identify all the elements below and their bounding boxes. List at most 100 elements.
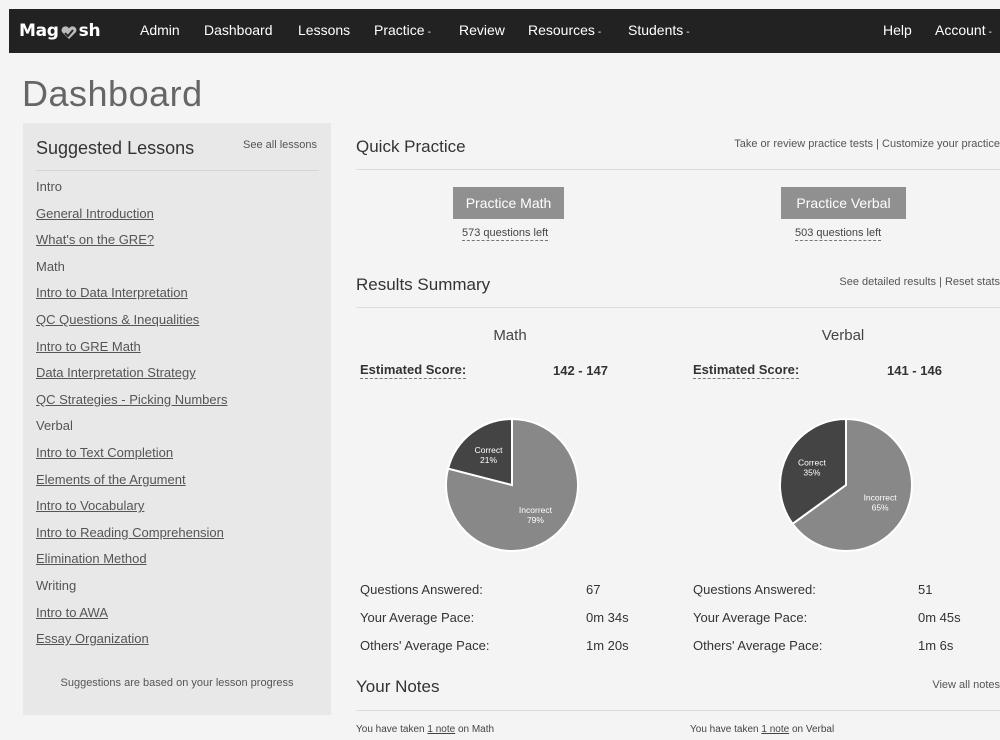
lesson-link[interactable]: QC Questions & Inequalities [36, 312, 199, 327]
divider [356, 307, 1000, 308]
lesson-section-heading: Intro [36, 179, 63, 194]
divider [36, 170, 319, 171]
math-incorrect-label: Incorrect [519, 505, 553, 515]
lesson-list-item: Intro to Text Completion [36, 444, 227, 471]
verbal-questions-answered-value: 51 [918, 582, 933, 597]
see-all-lessons-link[interactable]: See all lessons [243, 139, 317, 151]
math-notes-summary: You have taken 1 note on Math [356, 724, 494, 735]
lesson-list-item: Intro to Vocabulary [36, 497, 227, 524]
lesson-list-item: Elimination Method [36, 550, 227, 577]
lesson-section-heading: Writing [36, 577, 77, 593]
lesson-list: Intro General Introduction What's on the G… [36, 178, 227, 657]
math-notes-prefix: You have taken [356, 724, 428, 735]
lesson-link[interactable]: General Introduction [36, 206, 154, 221]
suggestions-note: Suggestions are based on your lesson pro… [60, 677, 294, 689]
chevron-down-icon: - [988, 27, 992, 38]
logo[interactable]: Mag sh [19, 21, 101, 41]
nav-students-label: Students [628, 22, 684, 38]
quick-practice-title: Quick Practice [356, 137, 466, 156]
math-correct-percent: 21% [480, 455, 497, 465]
verbal-others-pace-value: 1m 6s [918, 638, 954, 653]
nav-account[interactable]: Account - [935, 22, 992, 38]
lesson-list-item: Intro to AWA [36, 604, 227, 631]
practice-tests-links[interactable]: Take or review practice tests | Customiz… [734, 138, 1000, 150]
results-summary-title: Results Summary [356, 275, 491, 294]
nav-resources[interactable]: Resources - [528, 22, 601, 38]
math-your-pace-value: 0m 34s [586, 610, 629, 625]
lesson-link[interactable]: Elimination Method [36, 551, 147, 566]
lesson-list-item: QC Strategies - Picking Numbers [36, 391, 227, 418]
verbal-notes-suffix: on Verbal [789, 724, 835, 735]
logo-heart-check-icon [60, 25, 78, 39]
math-heading: Math [493, 327, 527, 344]
chevron-down-icon: - [686, 27, 690, 38]
nav-dashboard[interactable]: Dashboard [204, 22, 273, 38]
math-others-pace-label: Others' Average Pace: [360, 638, 490, 653]
lesson-link[interactable]: Intro to Reading Comprehension [36, 525, 224, 540]
results-links[interactable]: See detailed results | Reset stats [839, 276, 1000, 288]
verbal-incorrect-label: Incorrect [864, 492, 898, 502]
nav-help[interactable]: Help [883, 22, 912, 38]
verbal-heading: Verbal [821, 327, 865, 344]
view-all-notes-link[interactable]: View all notes [932, 679, 1000, 691]
practice-verbal-button[interactable]: Practice Verbal [781, 187, 906, 219]
divider [356, 710, 1000, 711]
nav-practice-label: Practice [374, 22, 425, 38]
math-questions-answered-value: 67 [586, 582, 601, 597]
lesson-link[interactable]: Elements of the Argument [36, 472, 186, 487]
lesson-link[interactable]: Intro to AWA [36, 605, 108, 620]
suggested-lessons-title: Suggested Lessons [36, 138, 195, 158]
math-your-pace-label: Your Average Pace: [360, 610, 475, 625]
verbal-questions-left[interactable]: 503 questions left [795, 227, 882, 241]
lesson-list-item: Intro to GRE Math [36, 338, 227, 365]
verbal-results-pie-chart: Correct35% Incorrect65% [779, 417, 913, 552]
verbal-correct-percent: 35% [803, 468, 820, 478]
lesson-link[interactable]: Essay Organization [36, 631, 149, 646]
lesson-link[interactable]: Intro to GRE Math [36, 339, 141, 354]
lesson-link[interactable]: Data Interpretation Strategy [36, 365, 196, 380]
lesson-link[interactable]: Intro to Text Completion [36, 445, 173, 460]
math-others-pace-value: 1m 20s [586, 638, 629, 653]
lesson-list-item: Elements of the Argument [36, 471, 227, 498]
chevron-down-icon: - [427, 27, 431, 38]
nav-review[interactable]: Review [459, 22, 505, 38]
verbal-notes-link[interactable]: 1 note [761, 724, 789, 735]
lesson-list-item: Intro to Data Interpretation [36, 284, 227, 311]
lesson-section-heading: Verbal [36, 418, 73, 434]
chevron-down-icon: - [597, 27, 602, 38]
verbal-others-pace-label: Others' Average Pace: [693, 638, 823, 653]
verbal-estimated-score-label[interactable]: Estimated Score: [693, 362, 800, 379]
math-results-pie-chart: Correct21% Incorrect79% [445, 417, 579, 552]
math-correct-label: Correct [475, 445, 504, 455]
lesson-list-item: Data Interpretation Strategy [36, 364, 227, 391]
nav-practice[interactable]: Practice - [374, 22, 431, 38]
lesson-link[interactable]: Intro to Data Interpretation [36, 285, 188, 300]
verbal-your-pace-value: 0m 45s [918, 610, 961, 625]
suggested-lessons-panel: Suggested Lessons See all lessons Intro G… [23, 123, 331, 715]
practice-math-button[interactable]: Practice Math [453, 187, 564, 219]
logo-text-right: sh [78, 21, 101, 41]
lesson-link[interactable]: What's on the GRE? [36, 232, 154, 247]
divider [356, 169, 1000, 170]
nav-admin[interactable]: Admin [140, 22, 180, 38]
lesson-list-item: General Introduction [36, 205, 227, 232]
your-notes-title: Your Notes [356, 677, 440, 696]
lesson-link[interactable]: Intro to Vocabulary [36, 498, 144, 513]
math-notes-link[interactable]: 1 note [427, 724, 455, 735]
verbal-estimated-score: 141 - 146 [887, 363, 942, 378]
top-navbar: Mag sh Admin Dashboard Lessons Practice -… [9, 9, 1000, 53]
verbal-correct-label: Correct [798, 458, 827, 468]
nav-students[interactable]: Students - [628, 22, 690, 38]
math-questions-left[interactable]: 573 questions left [462, 227, 549, 241]
lesson-link[interactable]: QC Strategies - Picking Numbers [36, 392, 227, 407]
verbal-notes-prefix: You have taken [690, 724, 762, 735]
lesson-list-item: QC Questions & Inequalities [36, 311, 227, 338]
lesson-list-item: Intro to Reading Comprehension [36, 524, 227, 551]
math-notes-suffix: on Math [455, 724, 495, 735]
verbal-your-pace-label: Your Average Pace: [693, 610, 808, 625]
math-questions-answered-label: Questions Answered: [360, 582, 483, 597]
verbal-questions-answered-label: Questions Answered: [693, 582, 816, 597]
nav-lessons[interactable]: Lessons [298, 22, 350, 38]
nav-account-label: Account [935, 22, 986, 38]
math-estimated-score-label[interactable]: Estimated Score: [360, 362, 467, 379]
